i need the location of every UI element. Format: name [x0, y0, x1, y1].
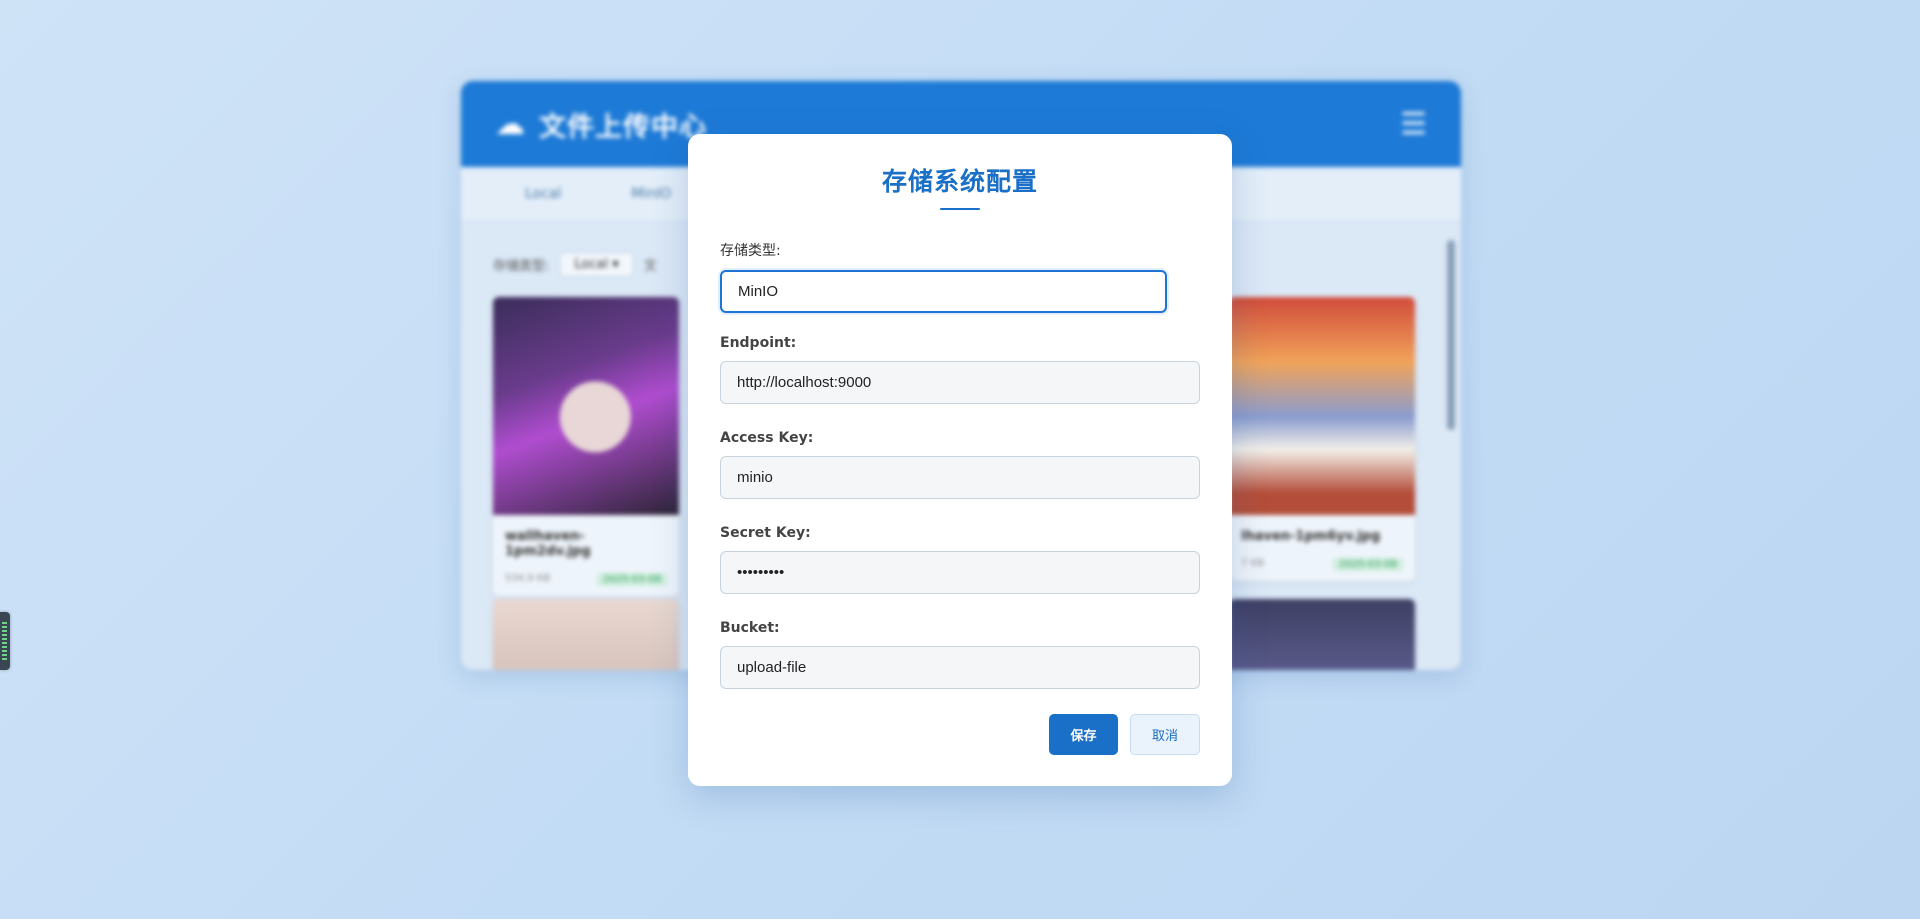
access-key-input[interactable]	[720, 456, 1200, 499]
storage-type-input[interactable]	[720, 270, 1167, 313]
endpoint-field: Endpoint:	[720, 335, 1200, 404]
secret-key-label: Secret Key:	[720, 525, 811, 541]
storage-config-dialog: 存储系统配置 存储类型: Endpoint: Access Key: Secre…	[688, 134, 1232, 786]
cancel-button[interactable]: 取消	[1130, 714, 1200, 755]
dialog-title: 存储系统配置	[881, 167, 1038, 196]
bucket-label: Bucket:	[720, 620, 780, 636]
secret-key-input[interactable]	[720, 551, 1200, 594]
modal-overlay: 存储系统配置 存储类型: Endpoint: Access Key: Secre…	[0, 0, 1920, 919]
bucket-field: Bucket:	[720, 620, 1200, 689]
title-underline	[940, 208, 980, 210]
bucket-input[interactable]	[720, 646, 1200, 689]
save-button[interactable]: 保存	[1049, 714, 1118, 755]
secret-key-field: Secret Key:	[720, 525, 1200, 594]
dialog-actions: 保存 取消	[1049, 714, 1200, 755]
endpoint-label: Endpoint:	[720, 335, 797, 351]
access-key-field: Access Key:	[720, 430, 1200, 499]
storage-type-label: 存储类型:	[720, 243, 781, 259]
endpoint-input[interactable]	[720, 361, 1200, 404]
storage-type-field: 存储类型:	[720, 240, 1167, 313]
access-key-label: Access Key:	[720, 430, 814, 446]
